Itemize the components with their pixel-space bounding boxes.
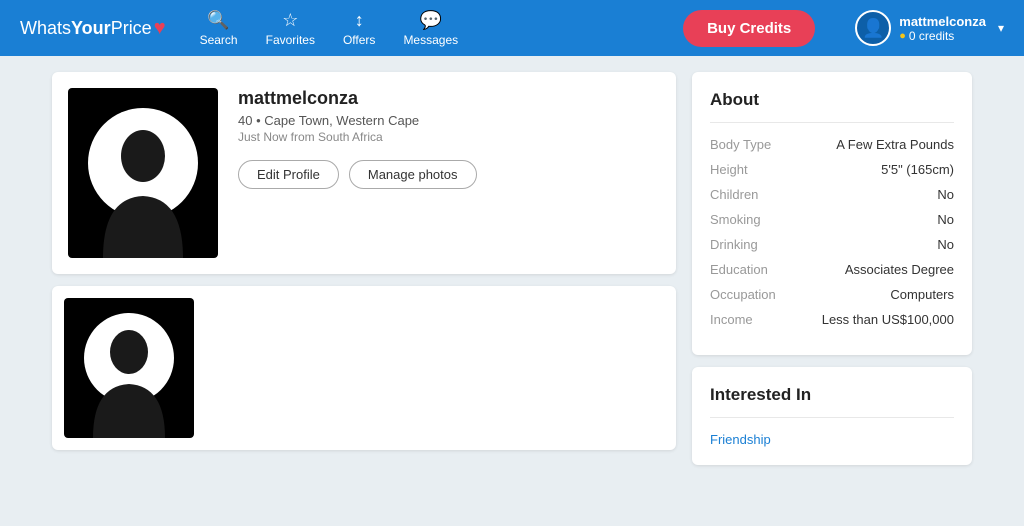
about-label: Smoking <box>710 212 761 227</box>
logo-text-price: Price <box>111 18 152 39</box>
page-content: mattmelconza 40 • Cape Town, Western Cap… <box>32 56 992 481</box>
about-value: Associates Degree <box>845 262 954 277</box>
search-label: Search <box>200 33 238 47</box>
nav-search[interactable]: 🔍 Search <box>200 10 238 47</box>
about-value: A Few Extra Pounds <box>836 137 954 152</box>
messages-label: Messages <box>403 33 458 47</box>
about-row: Smoking No <box>710 212 954 227</box>
edit-profile-button[interactable]: Edit Profile <box>238 160 339 189</box>
about-label: Occupation <box>710 287 776 302</box>
buy-credits-button[interactable]: Buy Credits <box>683 10 815 47</box>
logo-text-normal: Whats <box>20 18 71 39</box>
profile-photo <box>68 88 218 258</box>
nav-offers[interactable]: ↕ Offers <box>343 10 375 47</box>
about-label: Income <box>710 312 753 327</box>
user-menu[interactable]: 👤 mattmelconza ● 0 credits ▾ <box>855 10 1004 46</box>
messages-icon: 💬 <box>420 10 442 31</box>
nav-messages[interactable]: 💬 Messages <box>403 10 458 47</box>
profile-card: mattmelconza 40 • Cape Town, Western Cap… <box>52 72 676 274</box>
silhouette-svg2 <box>89 328 169 438</box>
about-card: About Body Type A Few Extra Pounds Height 5… <box>692 72 972 355</box>
offers-icon: ↕ <box>355 10 364 31</box>
offers-label: Offers <box>343 33 375 47</box>
star-icon: ☆ <box>282 10 298 31</box>
profile-username: mattmelconza <box>238 88 660 109</box>
logo-heart-icon: ♥ <box>154 17 166 40</box>
credits-count: 0 credits <box>909 29 954 43</box>
profile-status: Just Now from South Africa <box>238 130 660 144</box>
nav-favorites[interactable]: ☆ Favorites <box>266 10 315 47</box>
logo: WhatsYourPrice♥ <box>20 17 166 40</box>
about-label: Drinking <box>710 237 758 252</box>
profile-info: mattmelconza 40 • Cape Town, Western Cap… <box>238 88 660 189</box>
credits-badge: ● 0 credits <box>899 29 986 43</box>
user-info: mattmelconza ● 0 credits <box>899 14 986 43</box>
profile-age: 40 <box>238 113 252 128</box>
profile-buttons: Edit Profile Manage photos <box>238 160 660 189</box>
logo-text-bold: Your <box>71 18 111 39</box>
profile-meta: 40 • Cape Town, Western Cape <box>238 113 660 128</box>
profile-location: Cape Town, Western Cape <box>264 113 419 128</box>
nav-username: mattmelconza <box>899 14 986 29</box>
about-row: Children No <box>710 187 954 202</box>
search-icon: 🔍 <box>207 10 229 31</box>
about-value: 5'5" (165cm) <box>881 162 954 177</box>
about-row: Income Less than US$100,000 <box>710 312 954 327</box>
left-column: mattmelconza 40 • Cape Town, Western Cap… <box>52 72 676 465</box>
about-value: Less than US$100,000 <box>822 312 954 327</box>
interested-item: Friendship <box>710 432 954 447</box>
right-column: About Body Type A Few Extra Pounds Height 5… <box>692 72 972 465</box>
about-row: Occupation Computers <box>710 287 954 302</box>
about-value: No <box>937 237 954 252</box>
about-row: Height 5'5" (165cm) <box>710 162 954 177</box>
avatar: 👤 <box>855 10 891 46</box>
about-rows: Body Type A Few Extra Pounds Height 5'5" (1… <box>710 137 954 327</box>
navbar: WhatsYourPrice♥ 🔍 Search ☆ Favorites ↕ O… <box>0 0 1024 56</box>
about-label: Body Type <box>710 137 771 152</box>
about-row: Body Type A Few Extra Pounds <box>710 137 954 152</box>
about-label: Height <box>710 162 748 177</box>
about-value: No <box>937 187 954 202</box>
coin-icon: ● <box>899 30 906 42</box>
about-row: Education Associates Degree <box>710 262 954 277</box>
about-row: Drinking No <box>710 237 954 252</box>
interested-card: Interested In Friendship <box>692 367 972 465</box>
silhouette-svg <box>98 128 188 258</box>
manage-photos-button[interactable]: Manage photos <box>349 160 477 189</box>
nav-items: 🔍 Search ☆ Favorites ↕ Offers 💬 Messages <box>200 10 459 47</box>
chevron-down-icon: ▾ <box>998 21 1004 35</box>
about-title: About <box>710 90 954 123</box>
photo-card <box>52 286 676 450</box>
about-value: No <box>937 212 954 227</box>
about-label: Children <box>710 187 758 202</box>
favorites-label: Favorites <box>266 33 315 47</box>
about-value: Computers <box>890 287 954 302</box>
photo-thumbnail <box>64 298 194 438</box>
interested-items: Friendship <box>710 432 954 447</box>
about-label: Education <box>710 262 768 277</box>
interested-title: Interested In <box>710 385 954 418</box>
